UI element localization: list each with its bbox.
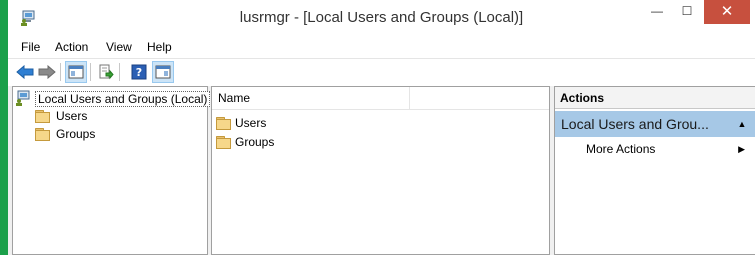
tree-item-label: Users [56, 109, 88, 123]
results-pane[interactable]: Name Users Groups [211, 86, 550, 255]
folder-icon [35, 110, 50, 123]
menu-file[interactable]: File [21, 40, 40, 54]
list-header: Name [212, 87, 549, 110]
content-area: Local Users and Groups (Local) Users Gro… [8, 86, 755, 255]
help-icon[interactable]: ? [128, 61, 150, 83]
back-arrow-icon[interactable] [14, 61, 36, 83]
tree-item-users[interactable]: Users [35, 107, 87, 125]
menu-bar: File Action View Help [8, 37, 755, 57]
more-actions-label: More Actions [586, 142, 656, 156]
export-list-icon[interactable] [95, 61, 117, 83]
maximize-button[interactable]: ☐ [672, 0, 702, 24]
actions-pane: Actions Local Users and Grou... ▲ More A… [554, 86, 755, 255]
submenu-arrow-icon: ▶ [738, 143, 745, 154]
svg-text:?: ? [136, 66, 142, 79]
show-hide-action-pane-icon[interactable] [152, 61, 174, 83]
show-hide-console-tree-icon[interactable] [65, 61, 87, 83]
tree-item-label: Local Users and Groups (Local) [35, 91, 211, 107]
folder-icon [216, 136, 231, 149]
column-header-blank[interactable] [410, 87, 550, 109]
close-button[interactable]: ✕ [704, 0, 750, 24]
folder-icon [35, 128, 50, 141]
mmc-window: lusrmgr - [Local Users and Groups (Local… [8, 0, 755, 255]
tree-item-label: Groups [56, 127, 96, 141]
actions-header: Actions [555, 87, 755, 109]
toolbar-separator [90, 63, 91, 81]
menu-help[interactable]: Help [147, 40, 172, 54]
list-item-users[interactable]: Users [216, 114, 266, 132]
column-header-name[interactable]: Name [212, 87, 410, 109]
tree-item-groups[interactable]: Groups [35, 125, 95, 143]
actions-group-header[interactable]: Local Users and Grou... ▲ [555, 111, 755, 137]
forward-arrow-icon[interactable] [36, 61, 58, 83]
toolbar: ? [8, 58, 755, 85]
collapse-arrow-icon[interactable]: ▲ [735, 119, 749, 129]
more-actions-item[interactable]: More Actions ▶ [555, 139, 755, 159]
tree-item-root[interactable]: Local Users and Groups (Local) [15, 90, 211, 109]
actions-group-title: Local Users and Grou... [561, 116, 709, 132]
toolbar-separator [119, 63, 120, 81]
users-computer-icon [15, 90, 31, 109]
toolbar-separator [60, 63, 61, 81]
list-item-groups[interactable]: Groups [216, 133, 274, 151]
list-item-label: Users [235, 116, 267, 130]
menu-view[interactable]: View [106, 40, 132, 54]
menu-action[interactable]: Action [55, 40, 88, 54]
console-tree-pane[interactable]: Local Users and Groups (Local) Users Gro… [12, 86, 211, 255]
folder-icon [216, 117, 231, 130]
title-bar: lusrmgr - [Local Users and Groups (Local… [8, 0, 755, 37]
minimize-button[interactable]: — [642, 0, 672, 24]
list-item-label: Groups [235, 135, 275, 149]
